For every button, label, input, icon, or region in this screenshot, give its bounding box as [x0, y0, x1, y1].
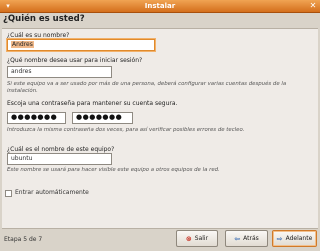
password-label: Escoja una contraseña para mantener su c…	[7, 100, 178, 107]
step-indicator: Etapa 5 de 7	[4, 236, 43, 243]
back-button[interactable]: ⇦ Atrás	[225, 230, 268, 247]
password-input[interactable]: ●●●●●●●	[7, 112, 66, 124]
arrow-left-icon: ⇦	[234, 234, 241, 243]
name-label: ¿Cuál es su nombre?	[7, 32, 70, 39]
autologin-label[interactable]: Entrar automáticamente	[15, 189, 89, 196]
autologin-checkbox[interactable]	[5, 190, 12, 197]
password-confirm-input[interactable]: ●●●●●●●	[72, 112, 133, 124]
arrow-right-icon: ⇨	[276, 234, 283, 243]
forward-button[interactable]: ⇨ Adelante	[272, 230, 317, 247]
full-name-input[interactable]: Andres	[7, 39, 155, 51]
username-input[interactable]: andres	[7, 66, 112, 78]
computer-name-label: ¿Cuál es el nombre de este equipo?	[7, 146, 115, 153]
close-icon[interactable]: ✕	[307, 0, 319, 12]
quit-button[interactable]: ⊗ Salir	[176, 230, 218, 247]
login-label: ¿Qué nombre desea usar para iniciar sesi…	[7, 57, 143, 64]
form-panel: ¿Cuál es su nombre? Andres ¿Qué nombre d…	[2, 28, 318, 228]
window-titlebar[interactable]: ▾ Instalar ✕	[0, 0, 320, 13]
password-hint: Introduzca la misma contraseña dos veces…	[7, 127, 245, 133]
back-label: Atrás	[243, 235, 259, 242]
quit-label: Salir	[194, 235, 209, 242]
computer-name-hint: Este nombre se usará para hacer visible …	[7, 167, 220, 173]
login-hint: Si este equipo va a ser usado por más de…	[7, 81, 287, 94]
footer-divider	[2, 228, 318, 229]
computer-name-input[interactable]: ubuntu	[7, 153, 112, 165]
quit-icon: ⊗	[185, 234, 192, 243]
forward-label: Adelante	[285, 235, 313, 242]
full-name-value: Andres	[11, 41, 34, 48]
window-title: Instalar	[144, 2, 176, 10]
page-title: ¿Quién es usted?	[3, 14, 85, 24]
